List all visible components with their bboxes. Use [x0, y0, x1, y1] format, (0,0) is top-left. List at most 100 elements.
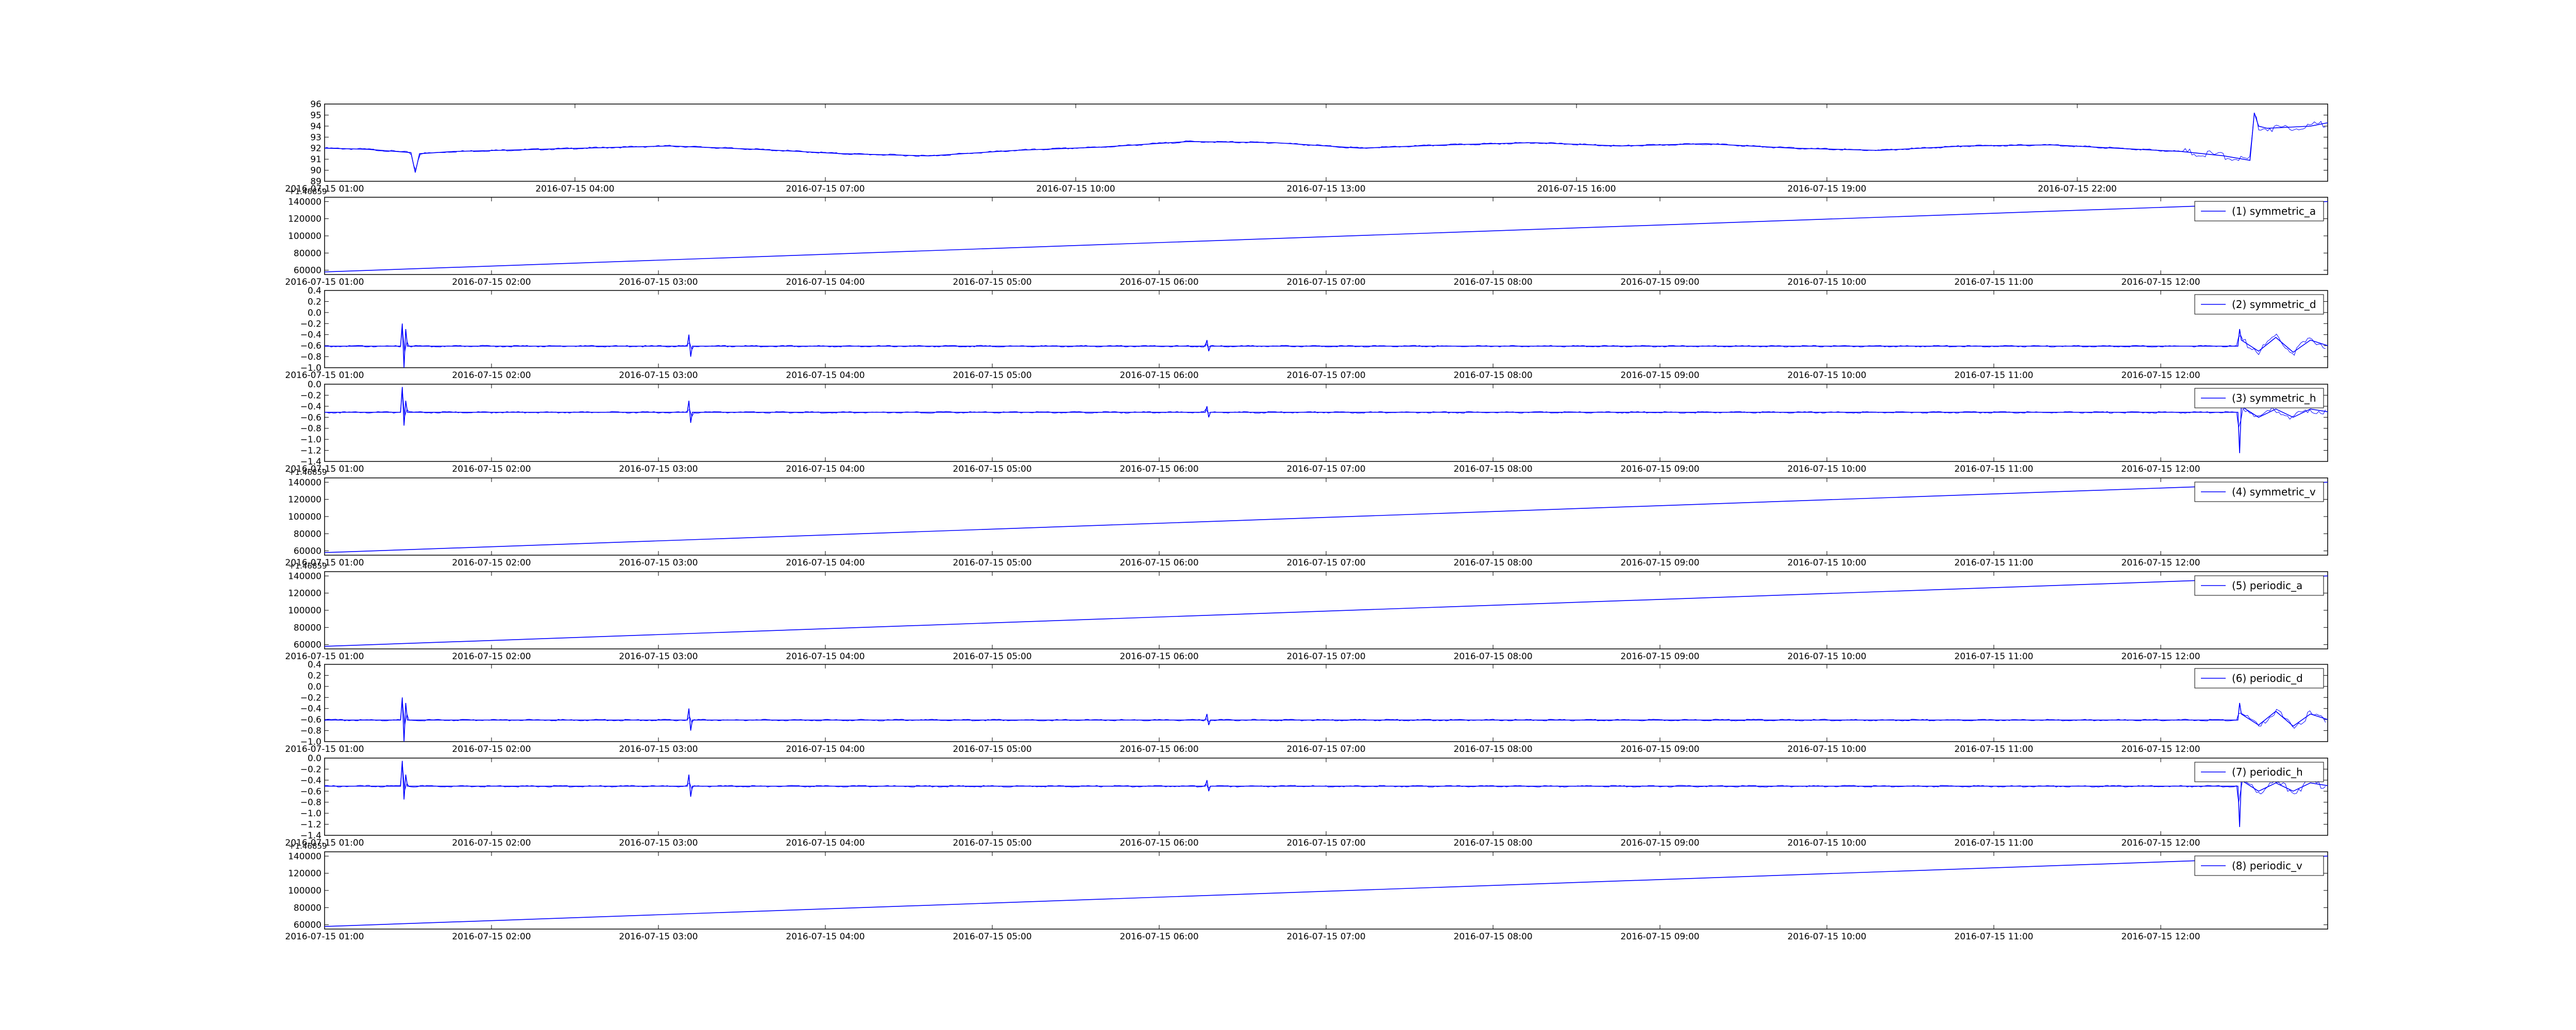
y-tick-label: −0.8 [300, 352, 321, 363]
y-tick-label: 0.4 [308, 286, 321, 296]
x-tick-label: 2016-07-15 03:00 [619, 744, 698, 754]
y-tick-label: −0.6 [300, 413, 321, 423]
x-tick-label: 2016-07-15 06:00 [1120, 370, 1198, 381]
y-tick-label: −0.4 [300, 704, 321, 714]
y-tick-label: 80000 [294, 529, 321, 539]
x-tick-label: 2016-07-15 12:00 [2121, 370, 2200, 381]
x-tick-label: 2016-07-15 02:00 [452, 838, 531, 848]
y-tick-label: −1.0 [300, 435, 321, 445]
x-tick-label: 2016-07-15 08:00 [1453, 370, 1532, 381]
y-tick-label: −0.2 [300, 319, 321, 329]
subplot-6: 2016-07-15 01:00 2016-07-15 02:00 2016-07-… [285, 561, 2328, 662]
y-tick-label: −0.4 [300, 776, 321, 786]
x-tick-label: 2016-07-15 07:00 [1286, 932, 1365, 942]
legend: (3) symmetric_h [2194, 388, 2324, 408]
legend-label: (6) periodic_d [2232, 672, 2303, 684]
y-tick-label: 120000 [288, 589, 321, 599]
x-tick-label: 2016-07-15 06:00 [1120, 558, 1198, 568]
legend-label: (3) symmetric_h [2232, 392, 2316, 404]
x-tick-label: 2016-07-15 19:00 [1787, 184, 1866, 194]
x-tick-label: 2016-07-15 04:00 [786, 744, 865, 754]
x-tick-label: 2016-07-15 11:00 [1954, 651, 2033, 662]
x-tick-label: 2016-07-15 04:00 [786, 651, 865, 662]
y-tick-label: 0.0 [308, 380, 321, 390]
x-tick-label: 2016-07-15 22:00 [2038, 184, 2116, 194]
x-tick-label: 2016-07-15 10:00 [1787, 464, 1866, 474]
x-tick-label: 2016-07-15 12:00 [2121, 932, 2200, 942]
x-tick-label: 2016-07-15 05:00 [953, 838, 1031, 848]
x-tick-label: 2016-07-15 05:00 [953, 277, 1031, 287]
x-tick-label: 2016-07-15 11:00 [1954, 370, 2033, 381]
x-tick-label: 2016-07-15 06:00 [1120, 651, 1198, 662]
x-tick-label: 2016-07-15 11:00 [1954, 464, 2033, 474]
legend: (4) symmetric_v [2194, 482, 2324, 502]
legend-label: (8) periodic_v [2232, 860, 2302, 872]
x-tick-label: 2016-07-15 06:00 [1120, 277, 1198, 287]
y-tick-label: 140000 [288, 477, 321, 488]
y-tick-label: −0.6 [300, 715, 321, 725]
x-tick-label: 2016-07-15 03:00 [619, 464, 698, 474]
x-tick-label: 2016-07-15 04:00 [786, 277, 865, 287]
x-tick-label: 2016-07-15 10:00 [1036, 184, 1115, 194]
legend: (8) periodic_v [2194, 855, 2324, 876]
y-tick-label: 80000 [294, 623, 321, 633]
x-tick-label: 2016-07-15 08:00 [1453, 558, 1532, 568]
x-tick-label: 2016-07-15 07:00 [1286, 464, 1365, 474]
x-tick-label: 2016-07-15 03:00 [619, 932, 698, 942]
x-offset-text: +1.46859 [289, 468, 327, 477]
x-tick-label: 2016-07-15 08:00 [1453, 838, 1532, 848]
y-tick-label: 100000 [288, 512, 321, 522]
x-tick-label: 2016-07-15 11:00 [1954, 838, 2033, 848]
y-tick-label: 0.0 [308, 308, 321, 318]
legend: (2) symmetric_d [2194, 294, 2324, 315]
y-tick-label: −1.0 [300, 737, 321, 747]
axes-frame [324, 197, 2328, 275]
subplot-3: 2016-07-15 01:00 2016-07-15 02:00 2016-07-… [285, 286, 2328, 381]
x-tick-label: 2016-07-15 07:00 [1286, 277, 1365, 287]
x-tick-label: 2016-07-15 10:00 [1787, 932, 1866, 942]
x-tick-label: 2016-07-15 03:00 [619, 838, 698, 848]
x-tick-label: 2016-07-15 06:00 [1120, 744, 1198, 754]
x-tick-label: 2016-07-15 10:00 [1787, 370, 1866, 381]
axes-frame [324, 758, 2328, 836]
y-tick-label: 140000 [288, 851, 321, 862]
x-tick-label: 2016-07-15 08:00 [1453, 744, 1532, 754]
legend-label: (5) periodic_a [2232, 579, 2302, 592]
x-tick-label: 2016-07-15 08:00 [1453, 932, 1532, 942]
x-tick-label: 2016-07-15 12:00 [2121, 744, 2200, 754]
x-tick-label: 2016-07-15 10:00 [1787, 651, 1866, 662]
x-tick-label: 2016-07-15 09:00 [1620, 744, 1699, 754]
x-tick-label: 2016-07-15 09:00 [1620, 558, 1699, 568]
y-tick-label: 60000 [294, 546, 321, 557]
y-tick-label: −1.0 [300, 809, 321, 819]
x-tick-label: 2016-07-15 07:00 [1286, 370, 1365, 381]
x-tick-label: 2016-07-15 01:00 [285, 651, 364, 662]
x-tick-label: 2016-07-15 07:00 [1286, 838, 1365, 848]
x-tick-label: 2016-07-15 08:00 [1453, 464, 1532, 474]
y-tick-label: 0.0 [308, 753, 321, 764]
y-tick-label: 90 [310, 166, 321, 176]
y-tick-label: −1.4 [300, 457, 321, 467]
x-tick-label: 2016-07-15 05:00 [953, 744, 1031, 754]
y-tick-label: 96 [310, 99, 321, 110]
x-tick-label: 2016-07-15 01:00 [285, 744, 364, 754]
y-tick-label: 92 [310, 144, 321, 154]
y-tick-label: −0.6 [300, 341, 321, 351]
x-tick-label: 2016-07-15 06:00 [1120, 838, 1198, 848]
x-tick-label: 2016-07-15 07:00 [786, 184, 865, 194]
x-tick-label: 2016-07-15 02:00 [452, 651, 531, 662]
subplot-9: 2016-07-15 01:00 2016-07-15 02:00 2016-07-… [285, 842, 2328, 942]
x-tick-label: 2016-07-15 08:00 [1453, 651, 1532, 662]
x-tick-label: 2016-07-15 07:00 [1286, 744, 1365, 754]
x-tick-label: 2016-07-15 11:00 [1954, 558, 2033, 568]
x-tick-label: 2016-07-15 03:00 [619, 558, 698, 568]
x-tick-label: 2016-07-15 11:00 [1954, 744, 2033, 754]
legend: (5) periodic_a [2194, 575, 2324, 596]
x-tick-label: 2016-07-15 04:00 [786, 370, 865, 381]
y-tick-label: 95 [310, 110, 321, 121]
y-tick-label: −0.8 [300, 798, 321, 808]
x-tick-label: 2016-07-15 05:00 [953, 651, 1031, 662]
axes-frame [324, 851, 2328, 930]
axes-frame [324, 384, 2328, 462]
legend-label: (4) symmetric_v [2232, 486, 2316, 498]
